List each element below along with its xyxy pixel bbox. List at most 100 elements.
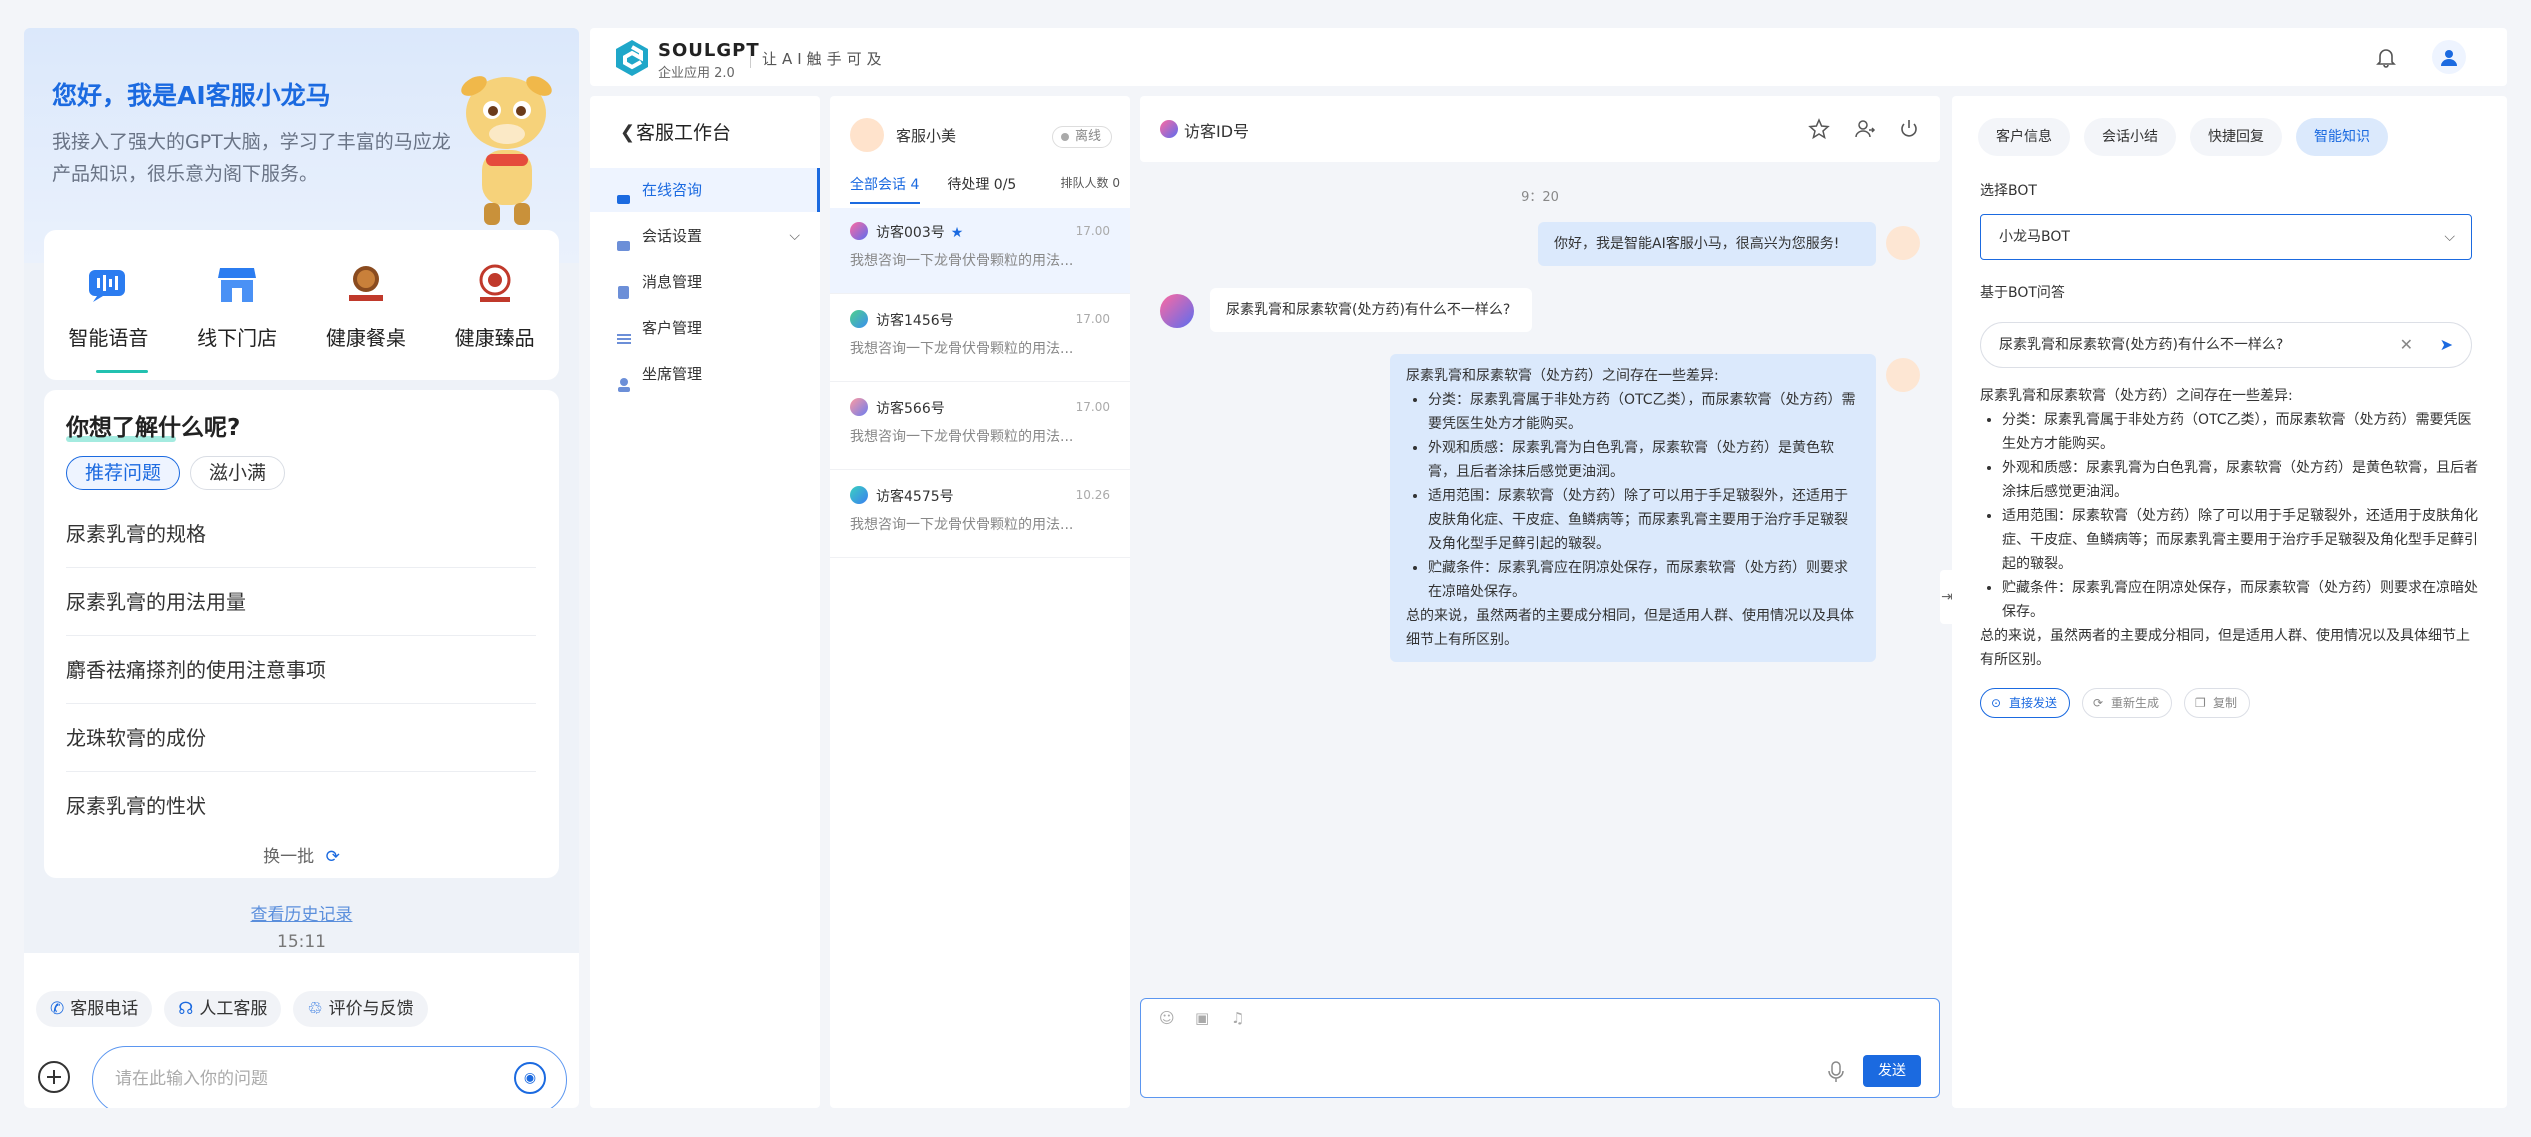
panel-tabs: 客户信息 会话小结 快捷回复 智能知识 — [1978, 118, 2388, 156]
sidebar-item-message-mgmt[interactable]: 消息管理 — [590, 260, 820, 304]
table-row[interactable]: 访客566号 17.00 我想咨询一下龙骨伏骨颗粒的用法... — [830, 384, 1130, 470]
category-label: 健康臻品 — [454, 325, 535, 350]
tab-all-sessions[interactable]: 全部会话 4 — [850, 174, 919, 194]
session-time: 17.00 — [1075, 312, 1110, 326]
bot-greeting-message: 你好，我是智能AI客服小马，很高兴为您服务! — [1538, 222, 1876, 266]
add-attachment-icon[interactable] — [38, 1061, 70, 1093]
send-directly-button[interactable]: 直接发送 — [1980, 688, 2071, 718]
transfer-user-icon[interactable] — [1854, 118, 1876, 140]
queue-count: 排队人数 0 — [1060, 176, 1120, 190]
agent-name: 客服小美 — [896, 126, 957, 145]
questions-title: 你想了解什么呢? — [66, 415, 241, 441]
bot-answer-message: 尿素乳膏和尿素软膏（处方药）之间存在一些差异: 分类：尿素乳膏属于非处方药（OT… — [1390, 354, 1876, 662]
tab-session-summary[interactable]: 会话小结 — [2084, 118, 2176, 156]
avatar — [850, 222, 868, 240]
list-item: 分类：尿素乳膏属于非处方药（OTC乙类），而尿素软膏（处方药）需要凭医生处方才能… — [1428, 388, 1860, 436]
microphone-icon[interactable] — [1827, 1061, 1845, 1083]
service-phone-button[interactable]: ✆ 客服电话 — [36, 991, 153, 1027]
mobile-input-area: ✆ 客服电话 ☊ 人工客服 ♲ 评价与反馈 请在此输入你的问题 ◉ — [24, 953, 579, 1108]
tab-zixiaoman[interactable]: 滋小满 — [190, 456, 286, 490]
send-button[interactable]: 发送 — [1863, 1055, 1921, 1087]
slogan: 让AI触手可及 — [762, 50, 887, 68]
hero-title: 您好，我是AI客服小龙马 — [52, 81, 331, 110]
visitor-name: 访客566号 — [876, 401, 945, 417]
visitor-title: 访客ID号 — [1184, 122, 1250, 141]
list-item: 贮藏条件：尿素乳膏应在阴凉处保存，而尿素软膏（处方药）则要求在凉暗处保存。 — [2002, 576, 2480, 624]
category-offline-store[interactable]: 线下门店 — [182, 260, 292, 351]
list-item: 外观和质感：尿素乳膏为白色乳膏，尿素软膏（处方药）是黄色软膏，且后者涂抹后感觉更… — [2002, 456, 2480, 504]
voice-input-icon[interactable]: ◉ — [514, 1062, 546, 1094]
category-health-products[interactable]: 健康臻品 — [440, 260, 550, 351]
bot-select[interactable]: 小龙马BOT ⌵ — [1980, 214, 2472, 260]
message-time: 15:11 — [277, 932, 326, 952]
tab-recommended[interactable]: 推荐问题 — [66, 456, 181, 490]
star-icon: ★ — [950, 225, 964, 241]
star-outline-icon[interactable] — [1808, 118, 1830, 140]
table-row[interactable]: 访客4575号 10.26 我想咨询一下龙骨伏骨颗粒的用法... — [830, 472, 1130, 558]
sidebar-item-online-consult[interactable]: 在线咨询 — [590, 168, 820, 212]
session-time: 17.00 — [1075, 400, 1110, 414]
select-bot-label: 选择BOT — [1980, 183, 2037, 199]
avatar — [850, 486, 868, 504]
back-icon[interactable]: ❮ — [620, 122, 635, 143]
answer-points: 分类：尿素乳膏属于非处方药（OTC乙类），而尿素软膏（处方药）需要凭医生处方才能… — [1406, 388, 1860, 604]
avatar — [850, 310, 868, 328]
tab-smart-knowledge[interactable]: 智能知识 — [2296, 118, 2388, 156]
table-row[interactable]: 访客1456号 17.00 我想咨询一下龙骨伏骨颗粒的用法... — [830, 296, 1130, 382]
bot-answer: 尿素乳膏和尿素软膏（处方药）之间存在一些差异: 分类：尿素乳膏属于非处方药（OT… — [1980, 384, 2480, 672]
status-badge[interactable]: 离线 — [1052, 126, 1113, 148]
sidebar-item-seat-mgmt[interactable]: 坐席管理 — [590, 352, 820, 396]
list-item[interactable]: 尿素乳膏的用法用量 — [66, 568, 536, 636]
session-preview: 我想咨询一下龙骨伏骨颗粒的用法... — [850, 253, 1074, 269]
visitor-name: 访客1456号 — [876, 313, 954, 329]
bell-small-icon[interactable]: ♫ — [1231, 1009, 1249, 1027]
answer-outro: 总的来说，虽然两者的主要成分相同，但是适用人群、使用情况以及具体细节上有所区别。 — [1406, 608, 1854, 648]
sidebar-item-customer-mgmt[interactable]: 客户管理 — [590, 306, 820, 350]
session-time: 10.26 — [1075, 488, 1110, 502]
tab-pending[interactable]: 待处理 0/5 — [947, 174, 1016, 194]
image-icon[interactable]: ▣ — [1195, 1009, 1213, 1027]
tab-quick-reply[interactable]: 快捷回复 — [2190, 118, 2282, 156]
list-item[interactable]: 龙珠软膏的成份 — [66, 704, 536, 772]
list-item[interactable]: 尿素乳膏的规格 — [66, 500, 536, 568]
category-smart-voice[interactable]: 智能语音 — [53, 260, 163, 351]
copy-button[interactable]: 复制 — [2184, 688, 2251, 718]
tab-customer-info[interactable]: 客户信息 — [1978, 118, 2070, 156]
answer-outro: 总的来说，虽然两者的主要成分相同，但是适用人群、使用情况以及具体细节上有所区别。 — [1980, 628, 2470, 668]
clear-icon[interactable]: ✕ — [2400, 323, 2413, 367]
table-row[interactable]: 访客003号 ★ 17.00 我想咨询一下龙骨伏骨颗粒的用法... — [830, 208, 1130, 294]
list-item[interactable]: 麝香祛痛搽剂的使用注意事项 — [66, 636, 536, 704]
top-header: SOULGPT 企业应用 2.0 让AI触手可及 — [590, 28, 2507, 86]
human-service-button[interactable]: ☊ 人工客服 — [164, 991, 282, 1027]
bot-question-input[interactable]: 尿素乳膏和尿素软膏(处方药)有什么不一样么? ✕ ➤ — [1980, 322, 2472, 368]
message-composer[interactable]: ☺ ▣ ♫ 发送 — [1140, 998, 1940, 1098]
user-avatar[interactable] — [2432, 40, 2466, 74]
brand-seal-icon — [471, 260, 519, 308]
mascot-dragon-horse-icon — [461, 76, 552, 225]
bell-icon[interactable] — [2375, 46, 2397, 68]
sidebar-item-session-settings[interactable]: 会话设置 ⌵ — [590, 214, 820, 258]
list-item[interactable]: 尿素乳膏的性状 — [66, 772, 536, 840]
brand-name: SOULGPT — [658, 40, 760, 61]
question-input[interactable]: 请在此输入你的问题 — [92, 1046, 567, 1108]
feedback-button[interactable]: ♲ 评价与反馈 — [293, 991, 428, 1027]
category-healthy-table[interactable]: 健康餐桌 — [311, 260, 421, 351]
chevron-down-icon: ⌵ — [2444, 229, 2455, 245]
sidebar-item-label: 坐席管理 — [642, 365, 703, 383]
quick-label: 人工客服 — [199, 999, 268, 1019]
refresh-batch-button[interactable]: 换一批 ⟳ — [44, 842, 559, 867]
regenerate-button[interactable]: 重新生成 — [2082, 688, 2173, 718]
session-preview: 我想咨询一下龙骨伏骨颗粒的用法... — [850, 341, 1074, 357]
emoji-icon[interactable]: ☺ — [1159, 1009, 1177, 1027]
quick-label: 客服电话 — [70, 999, 139, 1019]
category-label: 线下门店 — [197, 325, 278, 350]
avatar — [850, 398, 868, 416]
list-item: 适用范围：尿素软膏（处方药）除了可以用于手足皲裂外，还适用于皮肤角化症、干皮症、… — [1428, 484, 1860, 556]
send-plane-icon[interactable]: ➤ — [2440, 323, 2453, 367]
visitor-avatar — [1160, 294, 1194, 328]
history-link[interactable]: 查看历史记录 — [24, 900, 579, 925]
customer-icon — [616, 320, 632, 344]
bot-select-value: 小龙马BOT — [1999, 229, 2070, 245]
visitor-name: 访客003号 ★ — [876, 225, 964, 241]
power-icon[interactable] — [1898, 118, 1920, 140]
